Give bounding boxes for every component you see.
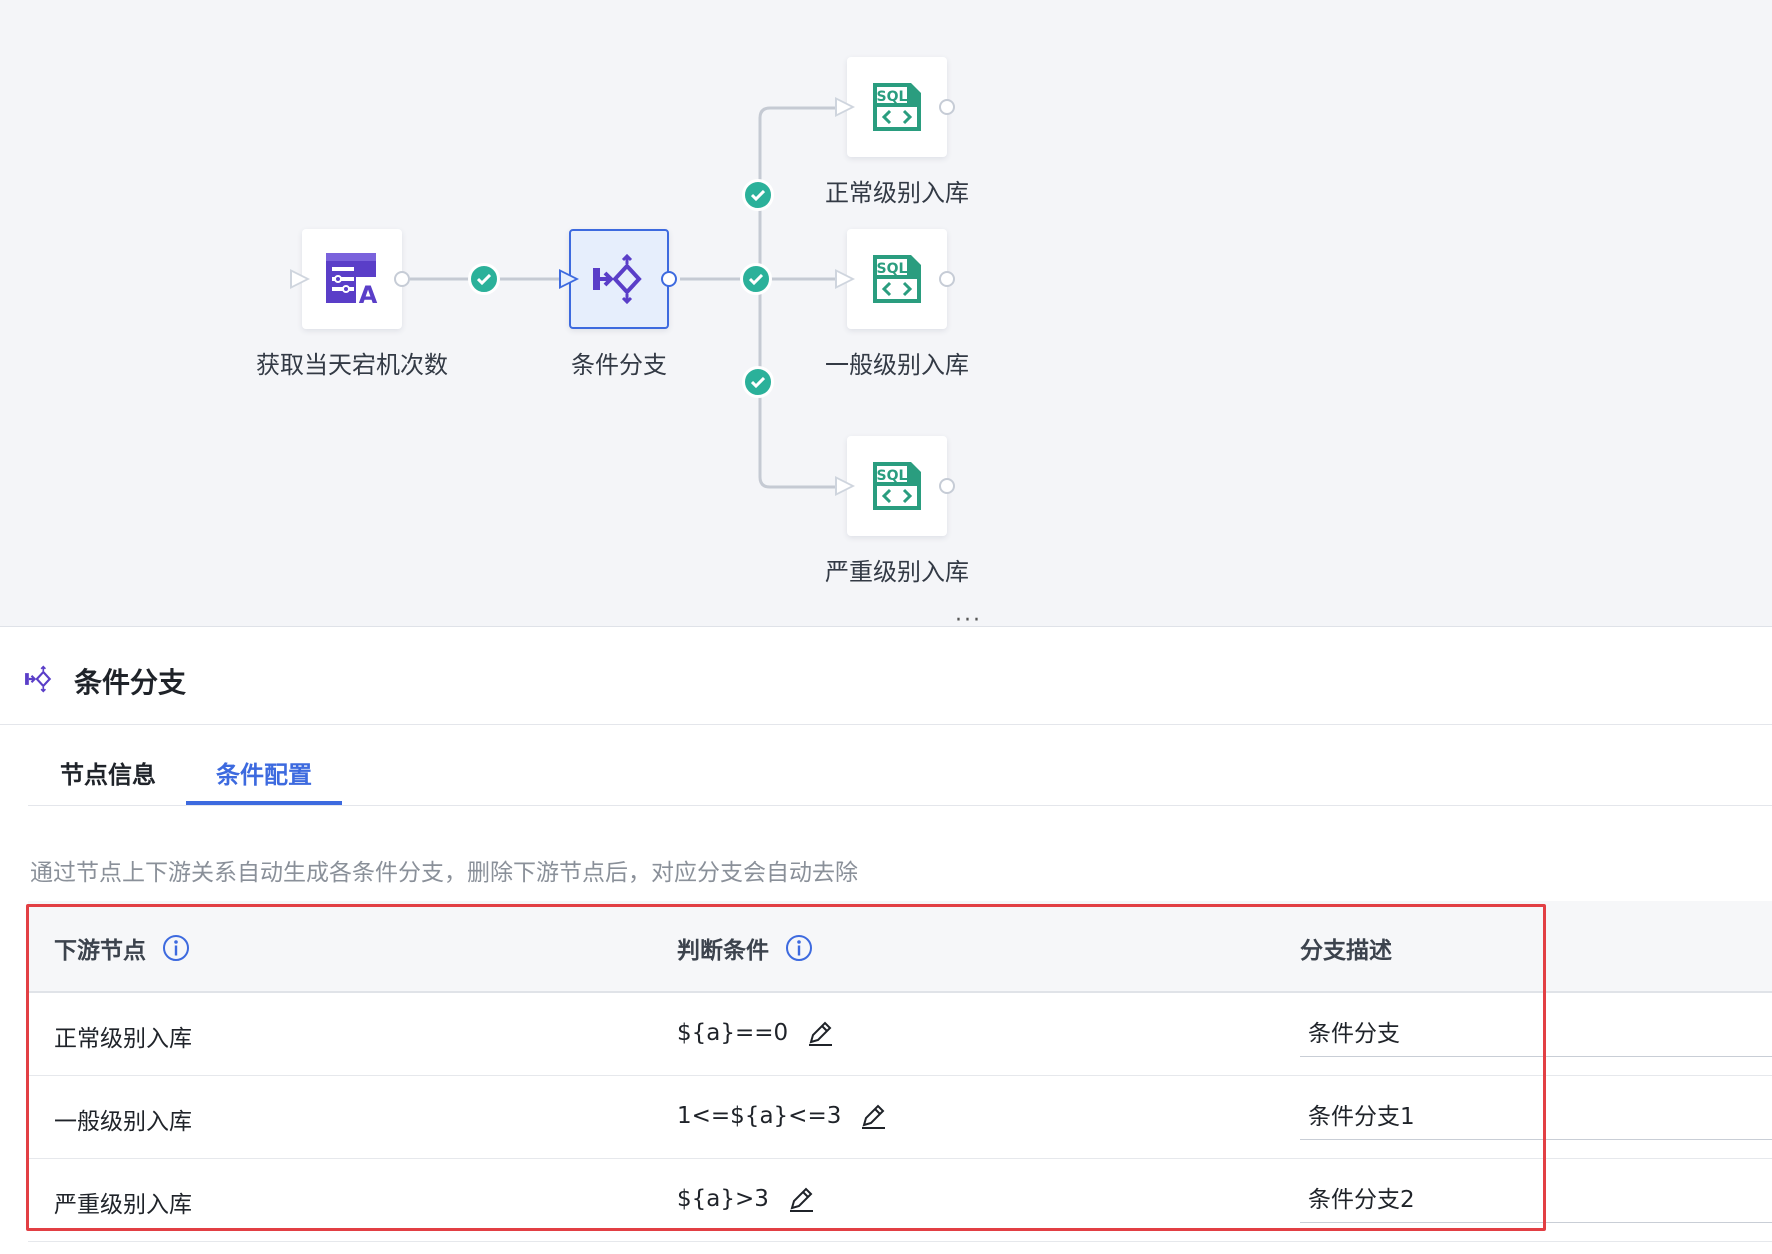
svg-text:SQL: SQL (877, 468, 908, 484)
svg-text:SQL: SQL (877, 261, 908, 277)
properties-panel: 条件分支 节点信息 条件配置 通过节点上下游关系自动生成各条件分支，删除下游节点… (0, 626, 1772, 1254)
condition-text: 1<=${a}<=3 (677, 1103, 842, 1129)
input-port[interactable] (835, 269, 855, 289)
node-normal-level[interactable]: SQL (835, 57, 955, 157)
branch-description-input[interactable] (1300, 1088, 1772, 1140)
condition-text: ${a}==0 (677, 1020, 789, 1046)
success-check-icon[interactable] (742, 366, 774, 398)
tab-node-info[interactable]: 节点信息 (60, 755, 156, 790)
branch-description-input[interactable] (1300, 1005, 1772, 1057)
output-port[interactable] (394, 271, 410, 287)
hint-text: 通过节点上下游关系自动生成各条件分支，删除下游节点后，对应分支会自动去除 (30, 860, 858, 886)
condition-cell: ${a}>3 (677, 1185, 815, 1213)
panel-resize-handle[interactable]: ··· (955, 608, 982, 626)
node-label: 正常级别入库 (825, 179, 969, 207)
column-header-description: 分支描述 (1300, 938, 1392, 964)
workflow-canvas[interactable]: A 获取当天宕机次数 条件分支 SQL 正常级别入库 SQL 一般级别入库 SQ… (0, 0, 1772, 626)
sql-script-icon: A (326, 253, 380, 307)
edit-icon[interactable] (787, 1185, 815, 1213)
sql-icon: SQL (873, 255, 921, 303)
panel-header: 条件分支 (0, 627, 1772, 725)
node-label: 一般级别入库 (825, 351, 969, 379)
branch-icon (25, 665, 52, 693)
success-check-icon[interactable] (742, 179, 774, 211)
tab-bar: 节点信息 条件配置 (28, 727, 1772, 806)
sql-icon: SQL (873, 83, 921, 131)
edit-icon[interactable] (859, 1102, 887, 1130)
output-port[interactable] (939, 99, 955, 115)
node-label: 条件分支 (571, 351, 667, 379)
success-check-icon[interactable] (468, 263, 500, 295)
node-general-level[interactable]: SQL (835, 229, 955, 329)
table-header: 下游节点 判断条件 分支描述 (28, 901, 1772, 993)
edit-icon[interactable] (806, 1019, 834, 1047)
panel-title: 条件分支 (74, 666, 187, 699)
output-port[interactable] (939, 478, 955, 494)
svg-text:A: A (359, 281, 378, 307)
condition-cell: ${a}==0 (677, 1019, 834, 1047)
downstream-node-cell: 正常级别入库 (54, 1026, 192, 1052)
svg-text:SQL: SQL (877, 89, 908, 105)
node-fetch-downtime[interactable]: A (290, 229, 410, 329)
input-port[interactable] (835, 476, 855, 496)
tab-condition-config[interactable]: 条件配置 (216, 755, 312, 790)
node-label: 严重级别入库 (825, 558, 969, 586)
output-port[interactable] (939, 271, 955, 287)
downstream-node-cell: 一般级别入库 (54, 1109, 192, 1135)
condition-cell: 1<=${a}<=3 (677, 1102, 887, 1130)
output-port[interactable] (661, 271, 677, 287)
node-label: 获取当天宕机次数 (256, 351, 448, 379)
table-row: 一般级别入库 1<=${a}<=3 (28, 1076, 1772, 1159)
condition-text: ${a}>3 (677, 1186, 769, 1212)
input-port[interactable] (559, 269, 579, 289)
success-check-icon[interactable] (740, 263, 772, 295)
downstream-node-cell: 严重级别入库 (54, 1192, 192, 1218)
branch-icon (593, 254, 642, 304)
input-port[interactable] (835, 97, 855, 117)
active-tab-indicator (186, 801, 342, 805)
node-severe-level[interactable]: SQL (835, 436, 955, 536)
column-header-condition: 判断条件 (677, 931, 813, 965)
sql-icon: SQL (873, 462, 921, 510)
column-header-downstream-node: 下游节点 (54, 931, 190, 965)
node-condition-branch[interactable] (559, 229, 677, 329)
table-row: 严重级别入库 ${a}>3 (28, 1159, 1772, 1242)
input-port[interactable] (290, 269, 310, 289)
table-row: 正常级别入库 ${a}==0 (28, 993, 1772, 1076)
info-icon[interactable] (162, 934, 190, 962)
info-icon[interactable] (785, 934, 813, 962)
branch-description-input[interactable] (1300, 1171, 1772, 1223)
